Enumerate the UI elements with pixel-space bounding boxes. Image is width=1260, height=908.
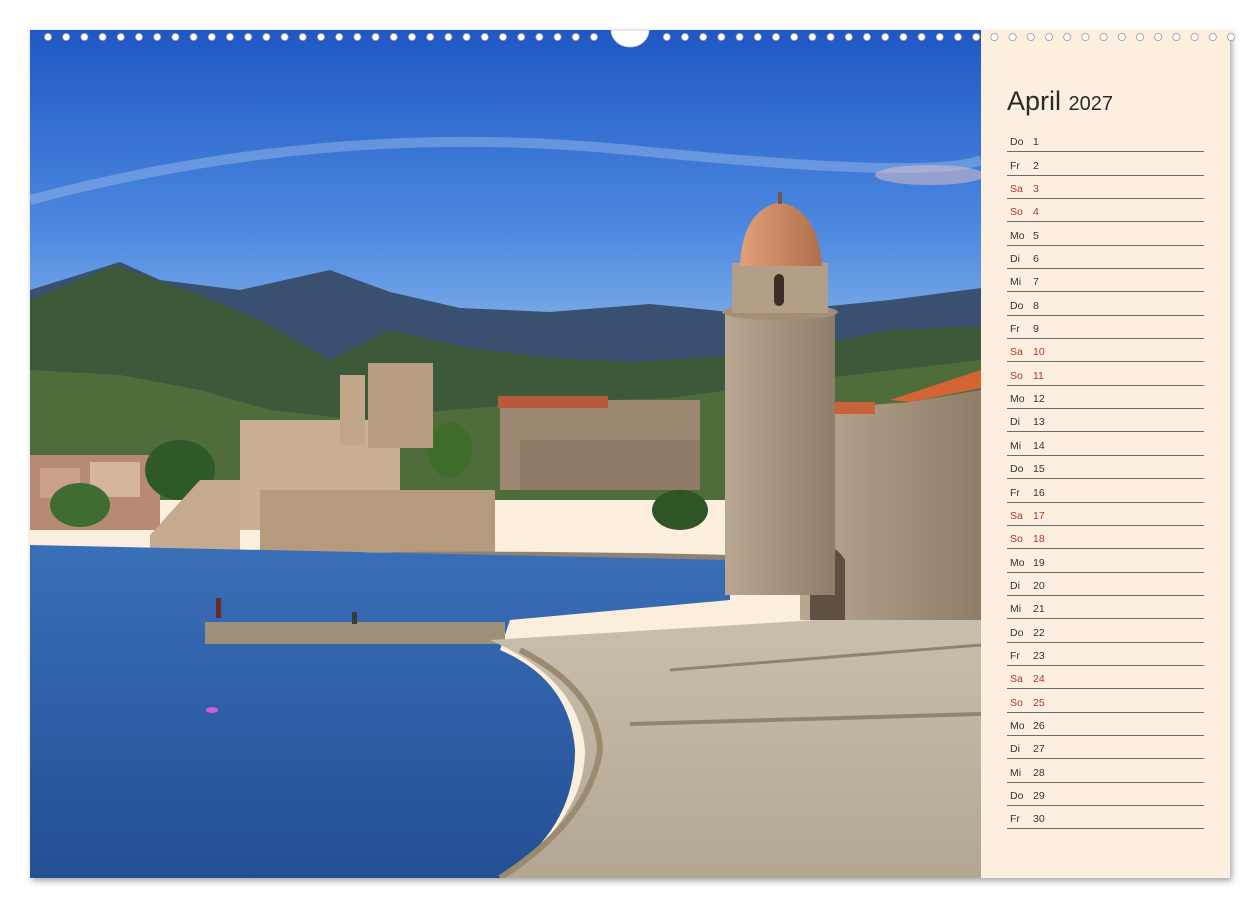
day-of-week: So xyxy=(1010,206,1023,219)
day-row: Mi 14 xyxy=(1007,432,1204,456)
day-number: 1 xyxy=(1033,136,1039,149)
day-number: 3 xyxy=(1033,183,1039,196)
month-title: April 2027 xyxy=(1007,86,1113,117)
day-number: 10 xyxy=(1033,346,1045,359)
day-of-week: Do xyxy=(1010,626,1024,639)
day-number: 25 xyxy=(1033,696,1045,709)
day-of-week: Sa xyxy=(1010,183,1023,196)
day-of-week: Fr xyxy=(1010,486,1020,499)
day-number: 24 xyxy=(1033,673,1045,686)
day-row: Di 13 xyxy=(1007,409,1204,433)
day-row: Mo 12 xyxy=(1007,386,1204,410)
day-number: 15 xyxy=(1033,463,1045,476)
day-number: 18 xyxy=(1033,533,1045,546)
day-number: 27 xyxy=(1033,743,1045,756)
day-of-week: Mi xyxy=(1010,439,1022,452)
day-number: 9 xyxy=(1033,323,1039,336)
day-number: 5 xyxy=(1033,229,1039,242)
day-row: Mo 5 xyxy=(1007,222,1204,246)
day-row: Mi 21 xyxy=(1007,596,1204,620)
day-of-week: Do xyxy=(1010,463,1024,476)
day-row: Do 29 xyxy=(1007,783,1204,806)
day-of-week: Do xyxy=(1010,789,1024,802)
day-row: Do 1 xyxy=(1007,129,1204,153)
day-row: Do 8 xyxy=(1007,292,1204,316)
day-row: Fr 23 xyxy=(1007,643,1204,666)
day-number: 28 xyxy=(1033,766,1045,779)
day-number: 22 xyxy=(1033,626,1045,639)
day-number: 17 xyxy=(1033,509,1045,522)
day-number: 13 xyxy=(1033,416,1045,429)
day-row: Sa 24 xyxy=(1007,666,1204,690)
day-number: 26 xyxy=(1033,719,1045,732)
day-row: Mo 26 xyxy=(1007,713,1204,736)
day-row: So 4 xyxy=(1007,199,1204,223)
day-number: 16 xyxy=(1033,486,1045,499)
day-row: So 11 xyxy=(1007,362,1204,386)
day-row: Do 15 xyxy=(1007,456,1204,480)
day-number: 2 xyxy=(1033,159,1039,172)
day-number: 7 xyxy=(1033,276,1039,289)
day-of-week: Mi xyxy=(1010,603,1022,616)
month-name: April xyxy=(1007,86,1062,116)
day-number: 21 xyxy=(1033,603,1045,616)
day-of-week: Mo xyxy=(1010,393,1025,406)
day-of-week: Mi xyxy=(1010,766,1022,779)
day-row: Mi 7 xyxy=(1007,269,1204,293)
day-number: 6 xyxy=(1033,253,1039,266)
day-of-week: Fr xyxy=(1010,813,1020,826)
day-number: 29 xyxy=(1033,789,1045,802)
day-of-week: So xyxy=(1010,533,1023,546)
day-of-week: So xyxy=(1010,696,1023,709)
day-of-week: Mo xyxy=(1010,229,1025,242)
day-number: 12 xyxy=(1033,393,1045,406)
day-of-week: Fr xyxy=(1010,323,1020,336)
day-of-week: Do xyxy=(1010,136,1024,149)
day-row: Fr 16 xyxy=(1007,479,1204,503)
day-list: Do 1 Fr 2 Sa 3 So 4 Mo 5 Di 6 Mi 7 Do 8 Fr 9 Sa 10 So 11 Mo 12 D… xyxy=(1007,129,1204,830)
day-row: So 25 xyxy=(1007,689,1204,713)
day-of-week: Di xyxy=(1010,253,1020,266)
year-label: 2027 xyxy=(1068,93,1114,115)
day-of-week: Sa xyxy=(1010,509,1023,522)
day-of-week: Fr xyxy=(1010,649,1020,662)
day-of-week: Mo xyxy=(1010,556,1025,569)
day-number: 19 xyxy=(1033,556,1045,569)
day-of-week: Mo xyxy=(1010,719,1025,732)
day-row: Di 20 xyxy=(1007,573,1204,596)
calendar-sheet: April 2027 Do 1 Fr 2 Sa 3 So 4 Mo 5 Di 6 Mi 7 Do 8 Fr 9 Sa… xyxy=(30,30,1230,878)
day-number: 20 xyxy=(1033,579,1045,592)
day-row: Di 6 xyxy=(1007,246,1204,270)
day-of-week: Do xyxy=(1010,299,1024,312)
day-number: 4 xyxy=(1033,206,1039,219)
day-row: Do 22 xyxy=(1007,619,1204,643)
day-of-week: Sa xyxy=(1010,673,1023,686)
day-of-week: Sa xyxy=(1010,346,1023,359)
day-row: Sa 10 xyxy=(1007,339,1204,363)
day-row: Sa 3 xyxy=(1007,176,1204,200)
day-number: 30 xyxy=(1033,813,1045,826)
day-row: Di 27 xyxy=(1007,736,1204,760)
day-of-week: Di xyxy=(1010,416,1020,429)
day-number: 23 xyxy=(1033,649,1045,662)
day-number: 14 xyxy=(1033,439,1045,452)
day-row: So 18 xyxy=(1007,526,1204,550)
calendar-panel: April 2027 Do 1 Fr 2 Sa 3 So 4 Mo 5 Di 6 Mi 7 Do 8 Fr 9 Sa… xyxy=(981,30,1230,878)
day-of-week: Di xyxy=(1010,743,1020,756)
day-row: Fr 30 xyxy=(1007,806,1204,830)
day-of-week: Fr xyxy=(1010,159,1020,172)
day-of-week: So xyxy=(1010,369,1023,382)
day-row: Mo 19 xyxy=(1007,549,1204,573)
day-row: Fr 2 xyxy=(1007,152,1204,176)
photo-collioure-harbor xyxy=(30,30,981,878)
day-row: Fr 9 xyxy=(1007,316,1204,340)
day-number: 11 xyxy=(1033,369,1044,382)
day-row: Mi 28 xyxy=(1007,759,1204,783)
day-of-week: Di xyxy=(1010,579,1020,592)
day-row: Sa 17 xyxy=(1007,503,1204,526)
day-number: 8 xyxy=(1033,299,1039,312)
day-of-week: Mi xyxy=(1010,276,1022,289)
